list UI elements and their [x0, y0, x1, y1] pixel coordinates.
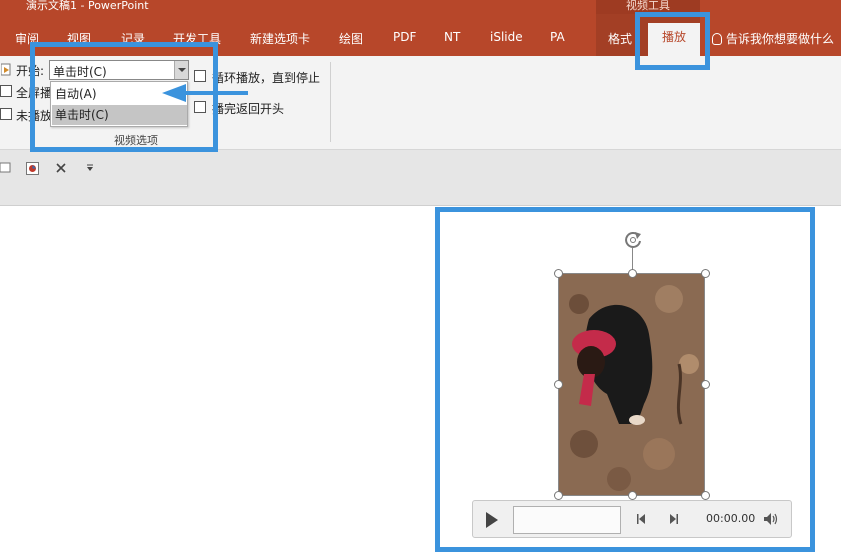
start-icon [1, 63, 11, 76]
tab-draw[interactable]: 绘图 [339, 30, 363, 47]
annotation-arrow [162, 84, 248, 102]
annotation-box-video [435, 207, 815, 552]
window-title: 演示文稿1 - PowerPoint [26, 0, 149, 12]
customize-icon[interactable] [86, 164, 94, 172]
hide-checkbox[interactable] [0, 108, 12, 120]
tab-format[interactable]: 格式 [608, 30, 632, 47]
tell-me-text: 告诉我你想要做什么 [726, 32, 835, 46]
tab-pa[interactable]: PA [550, 30, 565, 44]
fullscreen-checkbox[interactable] [0, 85, 12, 97]
tell-me-search[interactable]: 告诉我你想要做什么 [712, 30, 834, 47]
title-bar: 演示文稿1 - PowerPoint 视频工具 [0, 0, 841, 14]
annotation-box-tab [635, 12, 710, 70]
close-icon[interactable] [56, 163, 66, 173]
tab-pdf[interactable]: PDF [393, 30, 416, 44]
group-separator [330, 62, 331, 142]
slide-icon[interactable] [0, 162, 12, 174]
chart-icon[interactable] [26, 162, 40, 176]
tab-islide[interactable]: iSlide [490, 30, 523, 44]
tab-new[interactable]: 新建选项卡 [250, 30, 310, 47]
quick-access-toolbar [0, 150, 841, 206]
tab-nt[interactable]: NT [444, 30, 460, 44]
lightbulb-icon [712, 33, 722, 45]
